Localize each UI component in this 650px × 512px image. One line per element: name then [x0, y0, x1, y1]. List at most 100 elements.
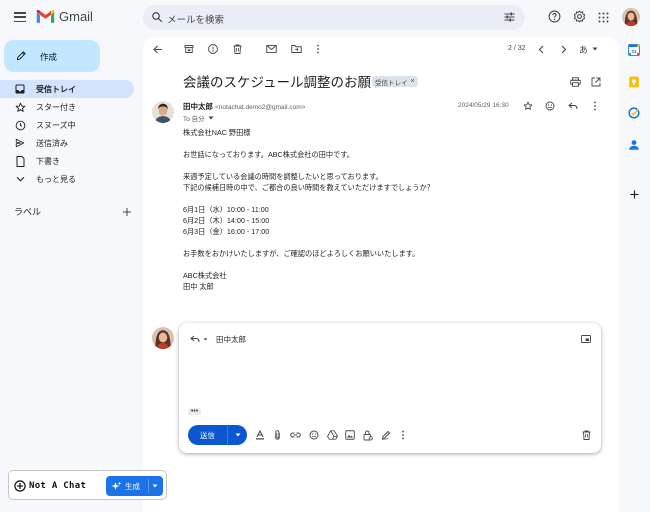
insert-drive-file-icon[interactable]	[327, 430, 338, 440]
sidebar-item-label: もっと見る	[36, 174, 76, 184]
open-in-new-window-icon[interactable]	[591, 77, 601, 87]
clock-icon	[14, 119, 26, 131]
email-date: 2024/05/29 16:30	[458, 102, 509, 109]
show-trimmed-content-button[interactable]: •••	[188, 408, 201, 415]
generate-options-caret-icon[interactable]	[152, 484, 158, 488]
insert-link-icon[interactable]	[290, 432, 301, 438]
body-line: ABC株式会社	[183, 271, 227, 280]
body-line: 田中 太郎	[183, 282, 214, 291]
sidebar-item-sent[interactable]: 送信済み	[0, 134, 134, 152]
sidebar-item-more[interactable]: もっと見る	[0, 170, 134, 188]
star-message-icon[interactable]	[523, 101, 533, 111]
insert-emoji-icon[interactable]	[309, 430, 319, 440]
send-options-caret-icon	[235, 433, 240, 437]
message-toolbar: 2 / 32 あ	[143, 37, 619, 61]
body-signature: ABC株式会社 田中 太郎	[183, 270, 603, 292]
reply-type-arrow-icon[interactable]	[190, 335, 200, 343]
message-view: 2 / 32 あ 会議のスケジュール調整のお願い 受信トレイ × 田中太郎 <no…	[143, 37, 619, 512]
back-arrow-icon[interactable]	[153, 45, 163, 54]
recipient-label: To 自分	[183, 116, 205, 123]
gmail-logo[interactable]: Gmail	[36, 9, 93, 24]
label-chip-inbox[interactable]: 受信トレイ ×	[372, 76, 418, 87]
remove-label-close-icon[interactable]: ×	[411, 78, 415, 85]
recipient-details-toggle[interactable]: To 自分	[183, 113, 214, 123]
attach-file-icon[interactable]	[274, 430, 281, 440]
input-tools-dropdown-icon[interactable]	[592, 47, 598, 51]
body-line: 株式会社NAC 野田様	[183, 128, 251, 137]
send-icon	[14, 137, 26, 149]
reply-arrow-icon[interactable]	[568, 102, 578, 110]
reply-type-dropdown-icon[interactable]	[203, 338, 208, 341]
body-line: お世話になっております。ABC株式会社の田中です。	[183, 150, 354, 159]
generate-label: 生成	[125, 481, 140, 491]
sidebar-item-starred[interactable]: スター付き	[0, 98, 134, 116]
mark-unread-icon[interactable]	[266, 44, 277, 54]
more-vertical-icon[interactable]	[316, 44, 320, 54]
pop-out-reply-icon[interactable]	[581, 335, 591, 343]
sender-name[interactable]: 田中太郎	[183, 102, 213, 111]
my-avatar	[152, 327, 174, 349]
my-avatar-image	[152, 327, 174, 349]
sender-avatar[interactable]	[152, 101, 174, 123]
help-icon[interactable]	[548, 10, 561, 23]
reply-compose-box[interactable]: 田中太郎 ••• 送信	[179, 323, 601, 453]
email-body: 株式会社NAC 野田様 お世話になっております。ABC株式会社の田中です。 来週…	[183, 127, 603, 303]
body-line: 6月1日（水）10:00 - 11:00	[183, 205, 269, 214]
add-label-plus-icon[interactable]	[122, 207, 132, 217]
get-addons-plus-icon[interactable]	[630, 190, 639, 199]
generate-button[interactable]: 生成	[106, 476, 163, 496]
send-options-dropdown[interactable]	[228, 425, 247, 445]
move-to-folder-icon[interactable]	[291, 44, 302, 54]
google-tasks-icon[interactable]	[628, 107, 640, 119]
insert-signature-pen-icon[interactable]	[381, 430, 391, 440]
main-menu-icon[interactable]	[14, 12, 26, 22]
sender-email: <notachat.demo2@gmail.com>	[215, 104, 306, 111]
google-keep-icon[interactable]	[628, 76, 640, 88]
reply-recipient[interactable]: 田中太郎	[216, 334, 246, 345]
pencil-icon	[16, 51, 26, 61]
older-chevron-right-icon[interactable]	[561, 45, 567, 54]
insert-photo-icon[interactable]	[345, 430, 355, 440]
search-icon[interactable]	[151, 11, 163, 23]
delete-trash-icon[interactable]	[233, 44, 242, 54]
body-line: 6月2日（木）14:00 - 15:00	[183, 216, 270, 225]
apps-grid-icon[interactable]	[598, 12, 609, 23]
not-a-chat-brand: Not A Chat	[29, 481, 87, 491]
google-contacts-icon[interactable]	[628, 139, 640, 151]
body-line: お手数をおかけいたしますが、ご確認のほどよろしくお願いいたします。	[183, 249, 420, 258]
body-line: 下記の候補日時の中で、ご都合の良い時間を教えていただけますでしょうか？	[183, 183, 434, 192]
newer-chevron-left-icon[interactable]	[538, 45, 544, 54]
body-paragraph-candidate-times: 6月1日（水）10:00 - 11:00 6月2日（木）14:00 - 15:0…	[183, 204, 603, 237]
account-avatar-image	[622, 8, 640, 26]
sparkle-icon	[111, 481, 122, 490]
svg-text:31: 31	[631, 49, 637, 55]
search-options-icon[interactable]	[504, 12, 515, 22]
sidebar-item-inbox[interactable]: 受信トレイ	[0, 80, 134, 98]
send-button[interactable]: 送信	[188, 425, 228, 445]
sidebar-item-snoozed[interactable]: スヌーズ中	[0, 116, 134, 134]
discard-draft-trash-icon[interactable]	[582, 430, 591, 440]
sidebar-item-drafts[interactable]: 下書き	[0, 152, 134, 170]
archive-icon[interactable]	[184, 44, 194, 54]
settings-gear-icon[interactable]	[573, 10, 586, 23]
google-calendar-icon[interactable]: 31	[628, 44, 640, 56]
confidential-mode-lock-icon[interactable]	[363, 430, 373, 441]
email-subject: 会議のスケジュール調整のお願い	[183, 75, 385, 90]
add-reaction-emoji-icon[interactable]	[545, 101, 555, 111]
search-bar[interactable]: メールを検索	[143, 5, 525, 30]
message-more-vertical-icon[interactable]	[593, 101, 597, 111]
gmail-wordmark: Gmail	[59, 9, 93, 24]
text-formatting-icon[interactable]	[255, 430, 265, 440]
sidebar-item-label: 受信トレイ	[36, 84, 76, 94]
body-paragraph: お世話になっております。ABC株式会社の田中です。	[183, 149, 603, 160]
report-spam-icon[interactable]	[208, 44, 218, 54]
circle-plus-icon[interactable]	[14, 480, 26, 492]
input-tools-button[interactable]: あ	[579, 43, 588, 56]
search-input[interactable]: メールを検索	[167, 12, 224, 26]
sidebar-item-label: スヌーズ中	[36, 120, 76, 130]
sender-line: 田中太郎 <notachat.demo2@gmail.com>	[183, 101, 305, 112]
account-avatar[interactable]	[622, 8, 640, 26]
compose-more-options-icon[interactable]	[401, 430, 405, 440]
compose-button[interactable]: 作成	[4, 40, 100, 72]
print-icon[interactable]	[570, 77, 581, 87]
